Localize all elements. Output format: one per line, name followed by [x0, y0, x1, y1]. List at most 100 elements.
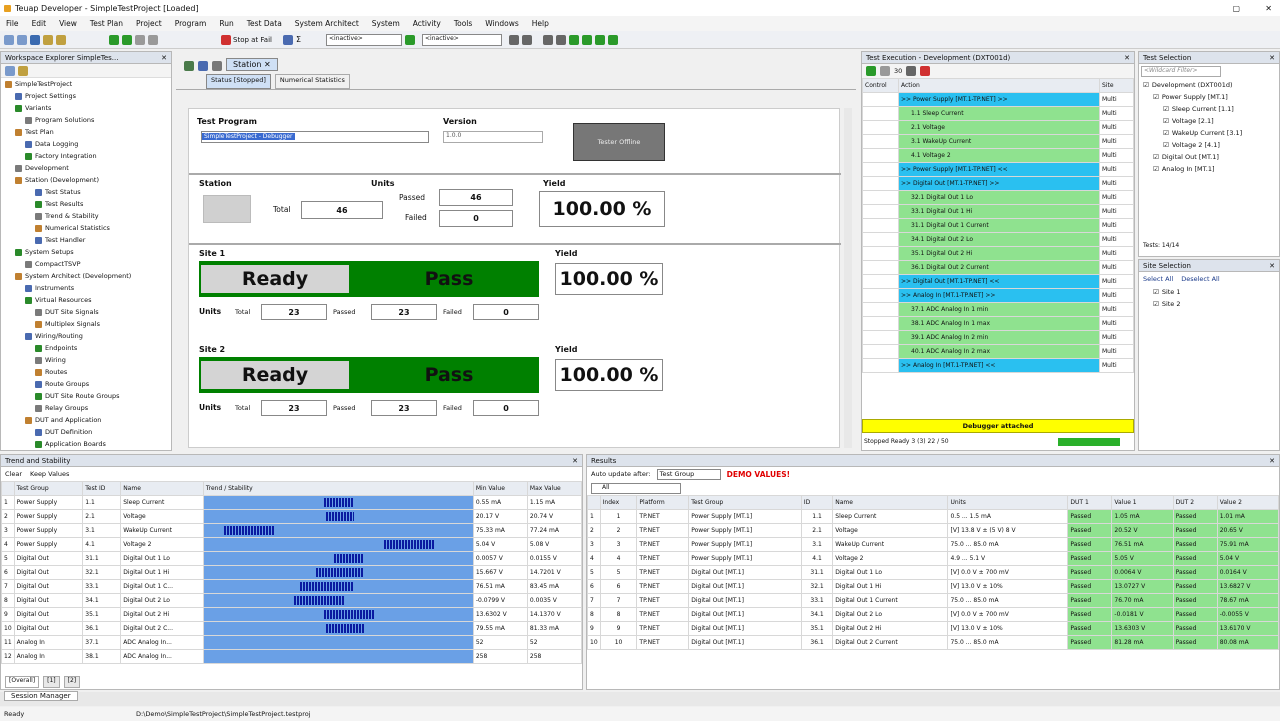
exec-row[interactable]: 2.1 Voltage Multi [862, 120, 1134, 135]
new-icon[interactable] [4, 34, 14, 45]
exec-row[interactable]: 39.1 ADC Analog In 2 min Multi [862, 330, 1134, 345]
tree-tool-icon-1[interactable] [5, 66, 15, 76]
tool-icon-4[interactable] [582, 34, 593, 45]
exec-row[interactable]: >> Digital Out [MT.1-TP.NET] >> Multi [862, 176, 1134, 191]
close-icon[interactable]: ✕ [572, 457, 578, 465]
tool-icon-6[interactable] [608, 34, 619, 45]
tree-item[interactable]: Factory Integration [5, 150, 171, 162]
tree-item[interactable]: Wiring [5, 354, 171, 366]
tree-item[interactable]: Virtual Resources [5, 294, 171, 306]
exec-row[interactable]: 33.1 Digital Out 1 Hi Multi [862, 204, 1134, 219]
cut-icon[interactable] [43, 34, 53, 45]
tree-item[interactable]: Test Plan [5, 126, 171, 138]
tree-item[interactable]: Development [5, 162, 171, 174]
table-row[interactable]: 8 8 TP.NET Digital Out [MT.1] 34.1 Digital Ou… [587, 607, 1279, 622]
tree-item[interactable]: DUT Site Signals [5, 306, 171, 318]
checkbox-icon[interactable]: ☑ [1163, 103, 1169, 115]
pause-icon[interactable] [135, 34, 145, 45]
table-row[interactable]: 12 Analog In 38.1 ADC Analog In... 258 258 [1, 649, 582, 664]
checkbox-icon[interactable]: ☑ [1153, 286, 1159, 298]
table-row[interactable]: 6 6 TP.NET Digital Out [MT.1] 32.1 Digital Ou… [587, 579, 1279, 594]
tool-icon-1[interactable] [543, 34, 554, 45]
menu-item[interactable]: Windows [485, 19, 518, 28]
close-icon[interactable]: ✕ [1265, 4, 1272, 13]
table-row[interactable]: 4 4 TP.NET Power Supply [MT.1] 4.1 Voltage 24… [587, 551, 1279, 566]
exec-row[interactable]: 3.1 WakeUp Current Multi [862, 134, 1134, 149]
test-selection-item[interactable]: ☑ Voltage [2.1] [1143, 115, 1279, 127]
wildcard-filter[interactable]: <Wildcard Filter> [1141, 66, 1221, 77]
menu-item[interactable]: Edit [32, 19, 47, 28]
site-selection-item[interactable]: ☑ Site 1 [1143, 286, 1279, 298]
doc-scrollbar[interactable] [844, 108, 852, 448]
exec-row[interactable]: 32.1 Digital Out 1 Lo Multi [862, 190, 1134, 205]
tree-item[interactable]: Instruments [5, 282, 171, 294]
tree-item[interactable]: Variants [5, 102, 171, 114]
tester-offline-button[interactable]: Tester Offline [573, 123, 665, 161]
tool-icon-5[interactable] [595, 34, 606, 45]
checkbox-icon[interactable]: ☑ [1153, 151, 1159, 163]
exec-row[interactable]: 34.1 Digital Out 2 Lo Multi [862, 232, 1134, 247]
tree-item[interactable]: Application Boards [5, 438, 171, 450]
tree-item[interactable]: Trend & Stability [5, 210, 171, 222]
step-icon[interactable] [122, 34, 132, 45]
table-row[interactable]: 3 3 TP.NET Power Supply [MT.1] 3.1 WakeUp Cur… [587, 537, 1279, 552]
results-filter[interactable]: All [591, 483, 681, 494]
test-selection-item[interactable]: ☑ Digital Out [MT.1] [1143, 151, 1279, 163]
menu-item[interactable]: Test Plan [90, 19, 123, 28]
exec-stop-icon[interactable] [880, 66, 890, 76]
table-row[interactable]: 5 Digital Out 31.1 Digital Out 1 Lo 0.0057 V… [1, 551, 582, 566]
tab-station[interactable]: Station ✕ [226, 58, 278, 71]
menu-item[interactable]: System Architect [295, 19, 359, 28]
tool-icon-3[interactable] [569, 34, 580, 45]
sigma-icon[interactable]: Σ [296, 35, 301, 44]
exec-row[interactable]: 31.1 Digital Out 1 Current Multi [862, 218, 1134, 233]
save-icon[interactable] [30, 34, 40, 45]
exec-row[interactable]: >> Digital Out [MT.1-TP.NET] << Multi [862, 274, 1134, 289]
tree-item[interactable]: Multiplex Signals [5, 318, 171, 330]
close-icon[interactable]: ✕ [1269, 262, 1275, 270]
doc-icon-2[interactable] [198, 61, 208, 71]
exec-row[interactable]: 1.1 Sleep Current Multi [862, 106, 1134, 121]
tree-item[interactable]: System Architect (Development) [5, 270, 171, 282]
exec-flag-icon[interactable] [920, 66, 931, 76]
trend-tab[interactable]: [Overall] [5, 676, 40, 688]
tree-item[interactable]: DUT Site Route Groups [5, 390, 171, 402]
checkbox-icon[interactable]: ☑ [1153, 91, 1159, 103]
stop-icon[interactable] [148, 34, 158, 45]
exec-row[interactable]: >> Analog In [MT.1-TP.NET] << Multi [862, 358, 1134, 373]
tree-item[interactable]: DUT and Application [5, 414, 171, 426]
exec-row[interactable]: 36.1 Digital Out 2 Current Multi [862, 260, 1134, 275]
tree-item[interactable]: Numerical Statistics [5, 222, 171, 234]
test-selection-item[interactable]: ☑ Analog In [MT.1] [1143, 163, 1279, 175]
menu-item[interactable]: Tools [454, 19, 472, 28]
tree-item[interactable]: Data Logging [5, 138, 171, 150]
tree-item[interactable]: Program Solutions [5, 114, 171, 126]
table-row[interactable]: 3 Power Supply 3.1 WakeUp Current 75.33 mA 77… [1, 523, 582, 538]
inactive-select-1[interactable]: <inactive> [326, 33, 403, 46]
select-all-link[interactable]: Select All [1143, 275, 1173, 283]
close-icon[interactable]: ✕ [1269, 457, 1275, 465]
tree-item[interactable]: Endpoints [5, 342, 171, 354]
table-row[interactable]: 2 2 TP.NET Power Supply [MT.1] 2.1 Voltage [V]… [587, 523, 1279, 538]
trend-tab[interactable]: [1] [43, 676, 60, 688]
tree-item[interactable]: Project Settings [5, 90, 171, 102]
close-icon[interactable]: ✕ [1124, 54, 1130, 62]
table-row[interactable]: 11 Analog In 37.1 ADC Analog In... 52 52 [1, 635, 582, 650]
session-manager-tab[interactable]: Session Manager [4, 691, 78, 701]
checkbox-icon[interactable]: ☑ [1153, 163, 1159, 175]
record-icon[interactable] [509, 34, 520, 45]
table-row[interactable]: 5 5 TP.NET Digital Out [MT.1] 31.1 Digital Ou… [587, 565, 1279, 580]
open-icon[interactable] [17, 34, 27, 45]
exec-row[interactable]: >> Analog In [MT.1-TP.NET] >> Multi [862, 288, 1134, 303]
tree-item[interactable]: CompactTSVP [5, 258, 171, 270]
config-icon[interactable] [405, 34, 416, 45]
checkbox-icon[interactable]: ☑ [1143, 79, 1149, 91]
doc-icon-3[interactable] [212, 61, 222, 71]
keep-values-checkbox[interactable]: Keep Values [30, 470, 69, 478]
tab-numerical-statistics[interactable]: Numerical Statistics [274, 74, 350, 89]
table-row[interactable]: 10 10 TP.NET Digital Out [MT.1] 36.1 Digital … [587, 635, 1279, 650]
exec-row[interactable]: 4.1 Voltage 2 Multi [862, 148, 1134, 163]
paste-icon[interactable] [56, 34, 66, 45]
table-row[interactable]: 9 Digital Out 35.1 Digital Out 2 Hi 13.6302 … [1, 607, 582, 622]
table-row[interactable]: 2 Power Supply 2.1 Voltage 20.17 V 20.74 V [1, 509, 582, 524]
